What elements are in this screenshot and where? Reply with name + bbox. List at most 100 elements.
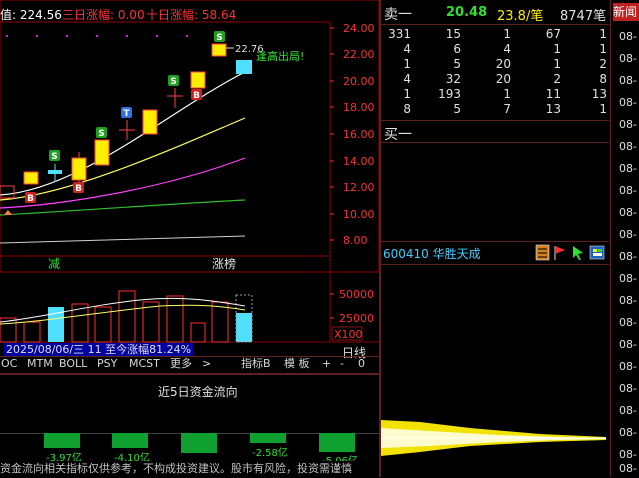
sidebar-time-label: 08- xyxy=(619,184,637,197)
candle xyxy=(236,60,252,74)
tab-oc[interactable]: OC xyxy=(1,357,17,371)
sidebar-time-label: 08- xyxy=(619,462,637,475)
sell1-label: 卖一 xyxy=(384,7,412,23)
svg-text:S: S xyxy=(51,152,57,162)
volume-ma-yellow xyxy=(0,304,246,325)
sell1-total: 8747笔 xyxy=(560,9,607,24)
volume-bar xyxy=(118,290,136,343)
orderbook-divider xyxy=(381,142,609,143)
signal-sell-icon: S xyxy=(49,150,60,162)
price-axis: 24.00 22.00 20.00 18.00 16.00 14.00 12.0… xyxy=(343,22,375,247)
candle xyxy=(142,109,158,135)
orderbook-divider xyxy=(381,120,609,121)
svg-text:14.00: 14.00 xyxy=(343,155,375,168)
volume-bar xyxy=(48,307,64,342)
svg-text:16.00: 16.00 xyxy=(343,128,375,141)
flag-icon xyxy=(554,246,565,260)
svg-text:S: S xyxy=(98,129,104,139)
indicator-b-button[interactable]: 指标B xyxy=(241,357,271,371)
sidebar-time-label: 08- xyxy=(619,206,637,219)
svg-text:S: S xyxy=(170,77,176,87)
svg-text:50000: 50000 xyxy=(339,288,374,301)
kline-chart[interactable]: B S B S T S B S 22.76 逢高出局! 24.00 22.00 … xyxy=(0,0,380,275)
sidebar-time-label: 08- xyxy=(619,250,637,263)
sidebar-time-label: 08- xyxy=(619,272,637,285)
sidebar-time-label: 08- xyxy=(619,74,637,87)
signal-buy-icon: B xyxy=(191,89,202,101)
signal-t-icon: T xyxy=(121,107,132,119)
fund-flow-disclaimer: 资金流向相关指标仅供参考，不构成投资建议。股市有风险，投资需谨慎 xyxy=(0,461,379,477)
sidebar-time-label: 08- xyxy=(619,360,637,373)
candle xyxy=(0,185,15,199)
tab-more[interactable]: 更多 xyxy=(170,357,192,371)
sidebar-time-label: 08- xyxy=(619,294,637,307)
tab-mtm[interactable]: MTM xyxy=(27,357,53,371)
sidebar-time-label: 08- xyxy=(619,382,637,395)
svg-text:22.00: 22.00 xyxy=(343,48,375,61)
tab-next-arrow[interactable]: > xyxy=(202,357,211,371)
sidebar-time-label: 08- xyxy=(619,448,637,461)
stock-code-name[interactable]: 600410 华胜天成 xyxy=(383,245,481,262)
svg-text:24.00: 24.00 xyxy=(343,22,375,35)
volume-highlight xyxy=(235,294,253,343)
sidebar-time-label: 08- xyxy=(619,140,637,153)
orderbook-row: 4 32 20 2 8 xyxy=(403,72,607,86)
tab-mcst[interactable]: MCST xyxy=(129,357,160,371)
arrow-cursor-icon xyxy=(573,246,583,260)
sidebar-time-label: 08- xyxy=(619,426,637,439)
sidebar-time-label: 08- xyxy=(619,118,637,131)
sell1-price: 20.48 xyxy=(446,5,488,20)
sell-annotation: 逢高出局! xyxy=(256,49,304,63)
svg-text:8.00: 8.00 xyxy=(343,234,368,247)
svg-text:B: B xyxy=(27,194,34,204)
template-button[interactable]: 模 板 xyxy=(284,357,310,371)
fund-flow-bar xyxy=(319,433,355,452)
volume-bar xyxy=(166,295,184,343)
ma-gray-line xyxy=(0,235,246,244)
svg-text:B: B xyxy=(75,184,82,194)
news-button[interactable]: 新闻 xyxy=(613,3,639,21)
triangle-marker-icon xyxy=(4,210,12,215)
panel-divider xyxy=(379,0,381,477)
orderbook-divider xyxy=(381,24,609,25)
sidebar-time-label: 08- xyxy=(619,162,637,175)
zoom-out-button[interactable]: - xyxy=(340,357,344,371)
fund-flow-bar xyxy=(112,433,148,448)
volume-bar xyxy=(23,321,41,343)
grid-settings-icon xyxy=(589,245,605,260)
bottom-label-right: 涨榜 xyxy=(212,256,236,271)
fund-flow-bar xyxy=(181,433,217,453)
candle xyxy=(48,170,62,174)
svg-text:18.00: 18.00 xyxy=(343,101,375,114)
sell1-ratio: 23.8/笔 xyxy=(497,9,544,24)
volume-bars xyxy=(0,290,229,343)
candle xyxy=(190,71,206,89)
price-axis-ticks xyxy=(330,27,334,241)
signal-sell-icon: S xyxy=(168,75,179,87)
signal-sell-icon: S xyxy=(96,127,107,139)
orderbook-row: 1 193 1 11 13 xyxy=(403,87,607,101)
volume-bar xyxy=(190,322,206,343)
volume-bar xyxy=(71,303,89,343)
date-range-bar: 2025/08/06/三 11 至今涨幅81.24% xyxy=(4,343,194,356)
sidebar-time-label: 08- xyxy=(619,96,637,109)
zoom-in-button[interactable]: + xyxy=(322,357,331,371)
volume-axis: 50000 25000 xyxy=(339,288,374,325)
sidebar-time-label: 08- xyxy=(619,30,637,43)
candle xyxy=(211,43,227,57)
fund-flow-bar xyxy=(44,433,80,448)
sidebar-time-label: 08- xyxy=(619,228,637,241)
fund-flow-value: -2.58亿 xyxy=(252,448,288,459)
volume-ma-white xyxy=(0,297,246,323)
orderbook-row: 15 20 1 2 xyxy=(403,57,607,71)
stock-tools[interactable] xyxy=(535,244,607,261)
tab-psy[interactable]: PSY xyxy=(97,357,117,371)
reset-button[interactable]: 0 xyxy=(358,357,365,371)
candle xyxy=(71,157,87,181)
tab-boll[interactable]: BOLL xyxy=(59,357,87,371)
volume-bar xyxy=(142,301,160,343)
sidebar-time-label: 08- xyxy=(619,316,637,329)
svg-text:T: T xyxy=(123,109,130,119)
buy1-label: 买一 xyxy=(384,127,412,143)
fund-flow-title: 近5日资金流向 xyxy=(158,385,238,399)
